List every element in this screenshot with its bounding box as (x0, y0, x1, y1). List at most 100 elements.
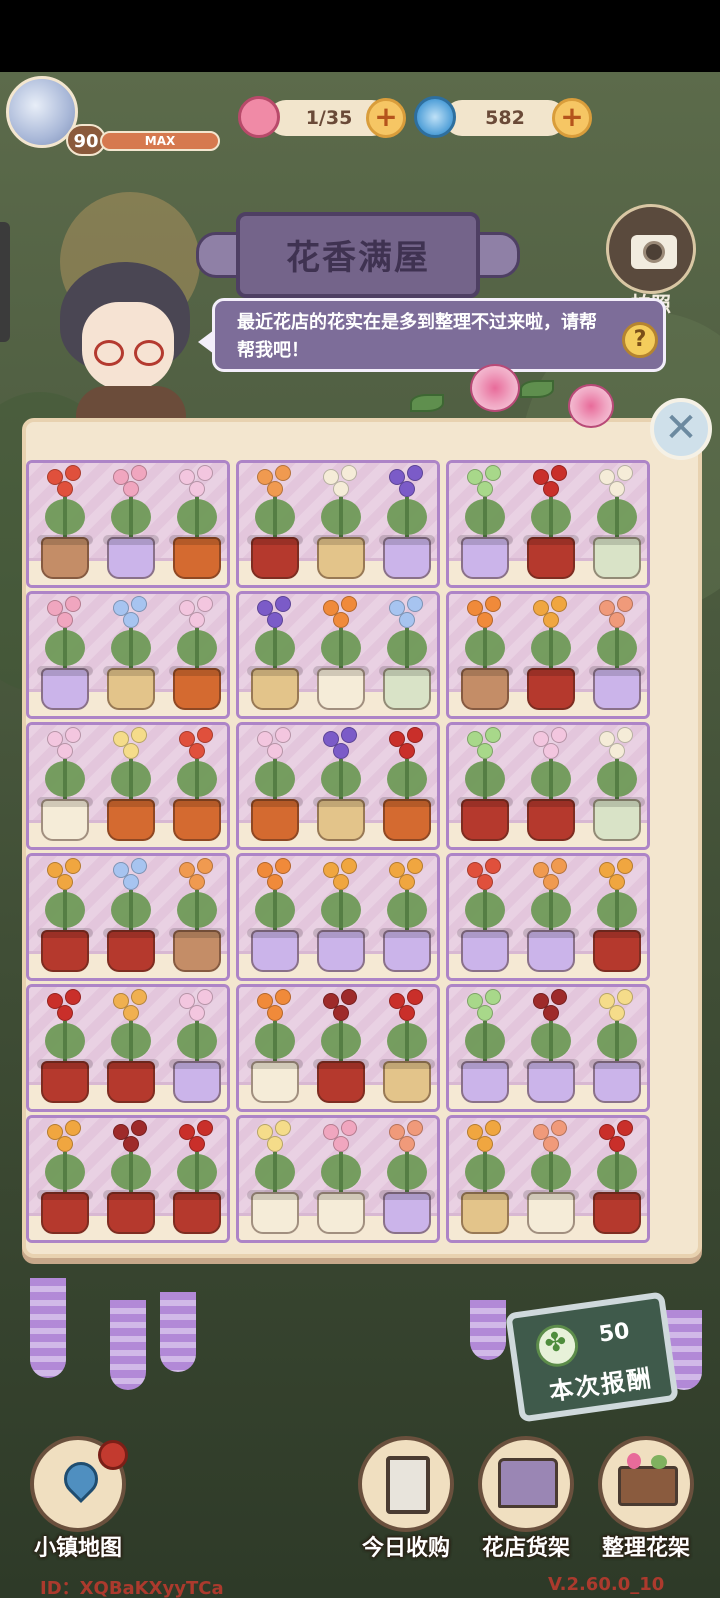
potted-flower[interactable] (245, 1118, 305, 1234)
potted-flower[interactable] (455, 987, 515, 1103)
flower-shelf[interactable] (236, 853, 440, 981)
flower-bloom (189, 1005, 205, 1021)
flower-shelf[interactable] (446, 591, 650, 719)
potted-flower[interactable] (521, 594, 581, 710)
potted-flower[interactable] (587, 856, 647, 972)
potted-flower[interactable] (35, 463, 95, 579)
potted-flower[interactable] (35, 725, 95, 841)
potted-flower[interactable] (311, 594, 371, 710)
flower-bloom (341, 1120, 357, 1136)
potted-flower[interactable] (35, 856, 95, 972)
potted-flower[interactable] (245, 725, 305, 841)
flower-bloom (189, 743, 205, 759)
potted-flower[interactable] (521, 987, 581, 1103)
potted-flower[interactable] (377, 725, 437, 841)
potted-flower[interactable] (311, 856, 371, 972)
potted-flower[interactable] (455, 1118, 515, 1234)
potted-flower[interactable] (101, 856, 161, 972)
flower-shelf[interactable] (26, 591, 230, 719)
potted-flower[interactable] (245, 987, 305, 1103)
potted-flower[interactable] (587, 987, 647, 1103)
town-map-button[interactable] (30, 1436, 128, 1532)
side-tab-handle[interactable] (0, 222, 10, 342)
flower-shelf[interactable] (26, 984, 230, 1112)
potted-flower[interactable] (101, 594, 161, 710)
flower-bloom (131, 858, 147, 874)
rose-decoration (568, 384, 614, 428)
potted-flower[interactable] (311, 463, 371, 579)
flower-shelf[interactable] (236, 1115, 440, 1243)
potted-flower[interactable] (587, 1118, 647, 1234)
flower-bloom (123, 1136, 139, 1152)
potted-flower[interactable] (455, 725, 515, 841)
flower-bloom (65, 989, 81, 1005)
potted-flower[interactable] (377, 463, 437, 579)
potted-flower[interactable] (521, 856, 581, 972)
potted-flower[interactable] (167, 1118, 227, 1234)
potted-flower[interactable] (35, 594, 95, 710)
flower-shelf[interactable] (236, 591, 440, 719)
flower-bloom (267, 1005, 283, 1021)
camera-button[interactable] (606, 204, 696, 294)
potted-flower[interactable] (101, 463, 161, 579)
flower-shelf[interactable] (446, 984, 650, 1112)
add-flower-button[interactable]: + (366, 98, 406, 138)
potted-flower[interactable] (167, 856, 227, 972)
daily-purchase-button[interactable] (358, 1436, 454, 1532)
potted-flower[interactable] (587, 594, 647, 710)
flower-shelf[interactable] (26, 1115, 230, 1243)
reward-sign: 50 本次报酬 (505, 1291, 679, 1423)
potted-flower[interactable] (455, 463, 515, 579)
potted-flower[interactable] (311, 1118, 371, 1234)
flower-shelf[interactable] (236, 722, 440, 850)
pot-rim (37, 797, 93, 807)
potted-flower[interactable] (311, 987, 371, 1103)
shop-shelf-button[interactable] (478, 1436, 574, 1532)
potted-flower[interactable] (167, 987, 227, 1103)
flower-shelf[interactable] (446, 853, 650, 981)
close-button[interactable]: ✕ (650, 398, 712, 460)
potted-flower[interactable] (101, 1118, 161, 1234)
potted-flower[interactable] (245, 594, 305, 710)
flower-bloom (485, 1120, 501, 1136)
flower-shelf[interactable] (236, 984, 440, 1112)
potted-flower[interactable] (455, 594, 515, 710)
flower-bloom (407, 858, 423, 874)
potted-flower[interactable] (35, 1118, 95, 1234)
potted-flower[interactable] (35, 987, 95, 1103)
flower-bloom (333, 1005, 349, 1021)
potted-flower[interactable] (167, 725, 227, 841)
help-icon[interactable]: ? (622, 322, 658, 358)
potted-flower[interactable] (521, 463, 581, 579)
flower-shelf[interactable] (446, 460, 650, 588)
pot-rim (589, 666, 645, 676)
add-swirl-button[interactable]: + (552, 98, 592, 138)
potted-flower[interactable] (167, 594, 227, 710)
flower-bloom (407, 727, 423, 743)
flower-shelf[interactable] (446, 1115, 650, 1243)
potted-flower[interactable] (521, 1118, 581, 1234)
flower-shelf[interactable] (446, 722, 650, 850)
leaf-decoration (410, 394, 444, 412)
potted-flower[interactable] (377, 856, 437, 972)
organize-shelf-button[interactable] (598, 1436, 694, 1532)
pot-rim (523, 928, 579, 938)
potted-flower[interactable] (377, 987, 437, 1103)
flower-shelf[interactable] (26, 722, 230, 850)
potted-flower[interactable] (521, 725, 581, 841)
potted-flower[interactable] (167, 463, 227, 579)
potted-flower[interactable] (377, 594, 437, 710)
pot-rim (379, 535, 435, 545)
flower-shelf[interactable] (26, 460, 230, 588)
potted-flower[interactable] (587, 725, 647, 841)
potted-flower[interactable] (245, 463, 305, 579)
potted-flower[interactable] (587, 463, 647, 579)
potted-flower[interactable] (311, 725, 371, 841)
potted-flower[interactable] (455, 856, 515, 972)
flower-shelf[interactable] (26, 853, 230, 981)
potted-flower[interactable] (101, 987, 161, 1103)
flower-shelf[interactable] (236, 460, 440, 588)
potted-flower[interactable] (377, 1118, 437, 1234)
potted-flower[interactable] (101, 725, 161, 841)
potted-flower[interactable] (245, 856, 305, 972)
